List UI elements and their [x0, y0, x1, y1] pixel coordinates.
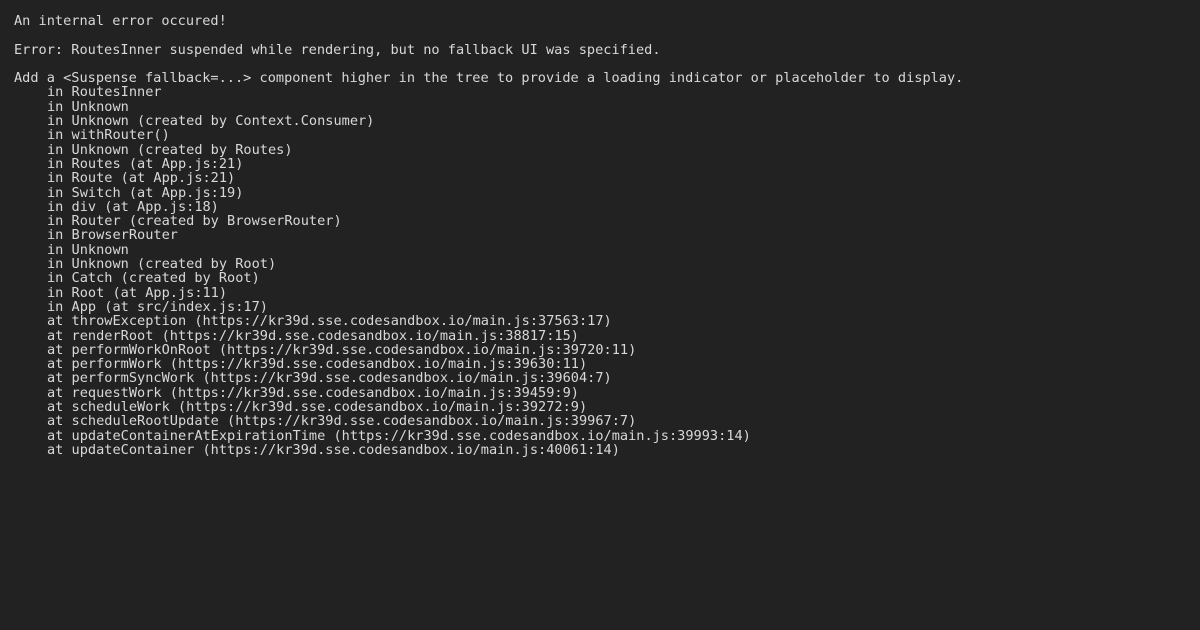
component-stack-line: in withRouter() — [47, 127, 170, 144]
javascript-stack-line: at scheduleWork (https://kr39d.sse.codes… — [47, 399, 588, 416]
javascript-stack-line: at throwException (https://kr39d.sse.cod… — [47, 313, 612, 330]
component-stack-line: in Root (at App.js:11) — [47, 284, 228, 301]
error-message: Error: RoutesInner suspended while rende… — [14, 41, 661, 58]
component-stack-line: in Unknown (created by Root) — [47, 256, 277, 273]
component-stack-line: in Routes (at App.js:21) — [47, 155, 244, 172]
error-heading: An internal error occured! — [14, 13, 227, 29]
component-stack-line: in App (at src/index.js:17) — [47, 298, 268, 315]
javascript-stack-line: at performWork (https://kr39d.sse.codesa… — [47, 356, 588, 373]
javascript-stack: at throwException (https://kr39d.sse.cod… — [14, 314, 1190, 457]
component-stack-line: in Switch (at App.js:19) — [47, 184, 244, 201]
javascript-stack-line: at updateContainerAtExpirationTime (http… — [47, 427, 751, 444]
component-stack-line: in BrowserRouter — [47, 227, 178, 244]
component-stack-line: in RoutesInner — [47, 84, 162, 101]
error-hint: Add a <Suspense fallback=...> component … — [14, 70, 964, 87]
component-stack-line: in Unknown (created by Routes) — [47, 141, 293, 158]
component-stack-line: in Unknown — [47, 241, 129, 258]
component-stack: in RoutesInner in Unknown in Unknown (crea… — [14, 85, 1190, 314]
component-stack-line: in Catch (created by Root) — [47, 270, 260, 287]
javascript-stack-line: at requestWork (https://kr39d.sse.codesa… — [47, 384, 579, 401]
javascript-stack-line: at performWorkOnRoot (https://kr39d.sse.… — [47, 341, 637, 358]
component-stack-line: in Route (at App.js:21) — [47, 170, 236, 187]
error-overlay: An internal error occured! Error: Routes… — [0, 0, 1200, 630]
component-stack-line: in div (at App.js:18) — [47, 198, 219, 215]
javascript-stack-line: at updateContainer (https://kr39d.sse.co… — [47, 441, 620, 458]
component-stack-line: in Router (created by BrowserRouter) — [47, 213, 342, 230]
javascript-stack-line: at scheduleRootUpdate (https://kr39d.sse… — [47, 413, 637, 430]
component-stack-line: in Unknown — [47, 98, 129, 115]
component-stack-line: in Unknown (created by Context.Consumer) — [47, 113, 375, 130]
javascript-stack-line: at renderRoot (https://kr39d.sse.codesan… — [47, 327, 579, 344]
javascript-stack-line: at performSyncWork (https://kr39d.sse.co… — [47, 370, 612, 387]
